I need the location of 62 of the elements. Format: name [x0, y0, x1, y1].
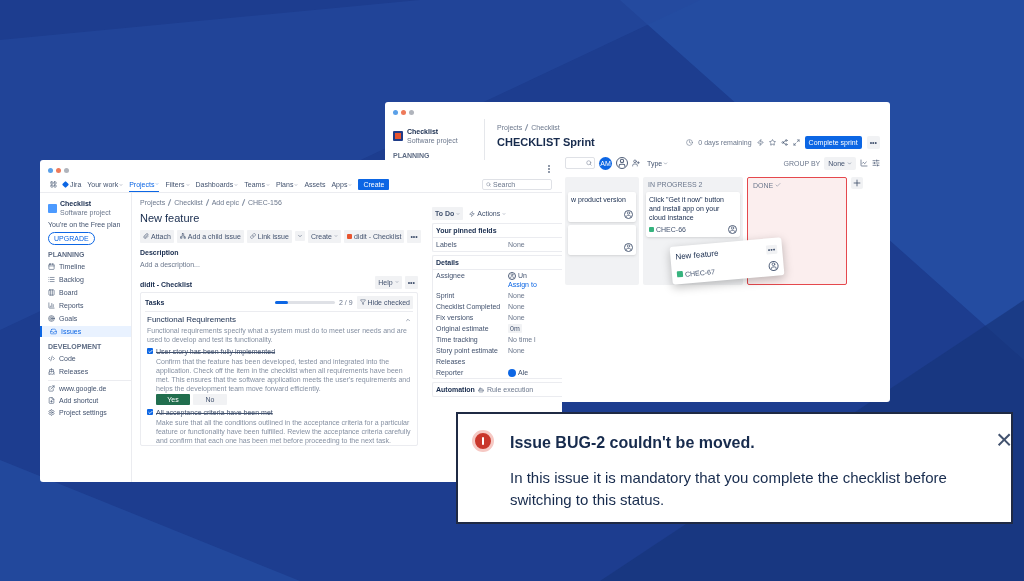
project-logo-icon: [393, 131, 403, 141]
target-icon: [48, 315, 55, 322]
caret-icon: [265, 182, 270, 187]
external-link-icon: [48, 385, 55, 392]
task-checkbox[interactable]: [147, 348, 153, 354]
add-column-icon[interactable]: [851, 176, 863, 189]
link-icon: [249, 233, 256, 239]
add-people-icon[interactable]: [632, 159, 640, 167]
search-icon: [586, 160, 592, 166]
close-button[interactable]: ×: [996, 430, 1013, 450]
bar-chart-icon: [48, 302, 55, 309]
caret-icon: [294, 182, 299, 187]
caret-icon: [119, 182, 124, 187]
lightning-icon[interactable]: [756, 138, 764, 146]
caret-icon: [502, 211, 507, 216]
caret-icon: [296, 233, 303, 239]
search-field[interactable]: [565, 157, 595, 169]
file-plus-icon: [48, 397, 55, 404]
columns-icon: [48, 289, 55, 296]
caret-icon: [456, 211, 461, 216]
caret-icon: [663, 160, 669, 166]
caret-icon: [185, 182, 190, 187]
card-title: New feature: [674, 247, 719, 264]
app-switcher-icon[interactable]: [50, 181, 57, 188]
paperclip-icon: [143, 233, 149, 239]
settings-icon: [48, 409, 55, 416]
story-icon: [649, 226, 654, 232]
ship-icon: [48, 368, 55, 375]
story-icon: [676, 270, 684, 278]
caret-icon: [348, 182, 353, 187]
share-icon[interactable]: [780, 138, 788, 146]
view-settings-icon[interactable]: [872, 159, 880, 167]
hierarchy-icon: [179, 233, 186, 239]
star-icon[interactable]: [768, 138, 776, 146]
issue-card[interactable]: [568, 224, 636, 255]
caret-icon: [847, 160, 852, 166]
avatar-icon: [616, 157, 628, 169]
list-icon: [48, 276, 55, 283]
avatar-icon: [768, 260, 780, 272]
filter-icon: [359, 299, 366, 305]
issue-title: New feature: [140, 211, 201, 226]
notification-message: In this issue it is mandatory that you complete the checklist before switching to this status.: [510, 468, 948, 510]
expand-icon[interactable]: [792, 138, 800, 146]
insights-icon[interactable]: [860, 159, 868, 167]
avatar-icon: [508, 271, 516, 280]
collapse-icon[interactable]: [405, 316, 411, 323]
error-icon: [472, 430, 494, 452]
clock-icon: [686, 138, 694, 146]
search-icon: [486, 182, 491, 187]
project-logo-icon: [48, 203, 57, 213]
calendar-icon: [48, 263, 55, 270]
code-icon: [48, 355, 55, 362]
caret-icon: [234, 182, 239, 187]
link-dropdown-button[interactable]: [294, 231, 305, 241]
app-logo-icon: [346, 233, 352, 239]
section-title: Functional Requirements: [147, 314, 236, 325]
notification-title: Issue BUG-2 couldn't be moved.: [510, 433, 756, 453]
sprint-title: CHECKLIST Sprint: [497, 135, 595, 150]
task-checkbox[interactable]: [147, 409, 153, 415]
reporter-avatar: [508, 368, 516, 377]
lightning-icon: [469, 210, 476, 217]
robot-icon: [477, 386, 484, 393]
